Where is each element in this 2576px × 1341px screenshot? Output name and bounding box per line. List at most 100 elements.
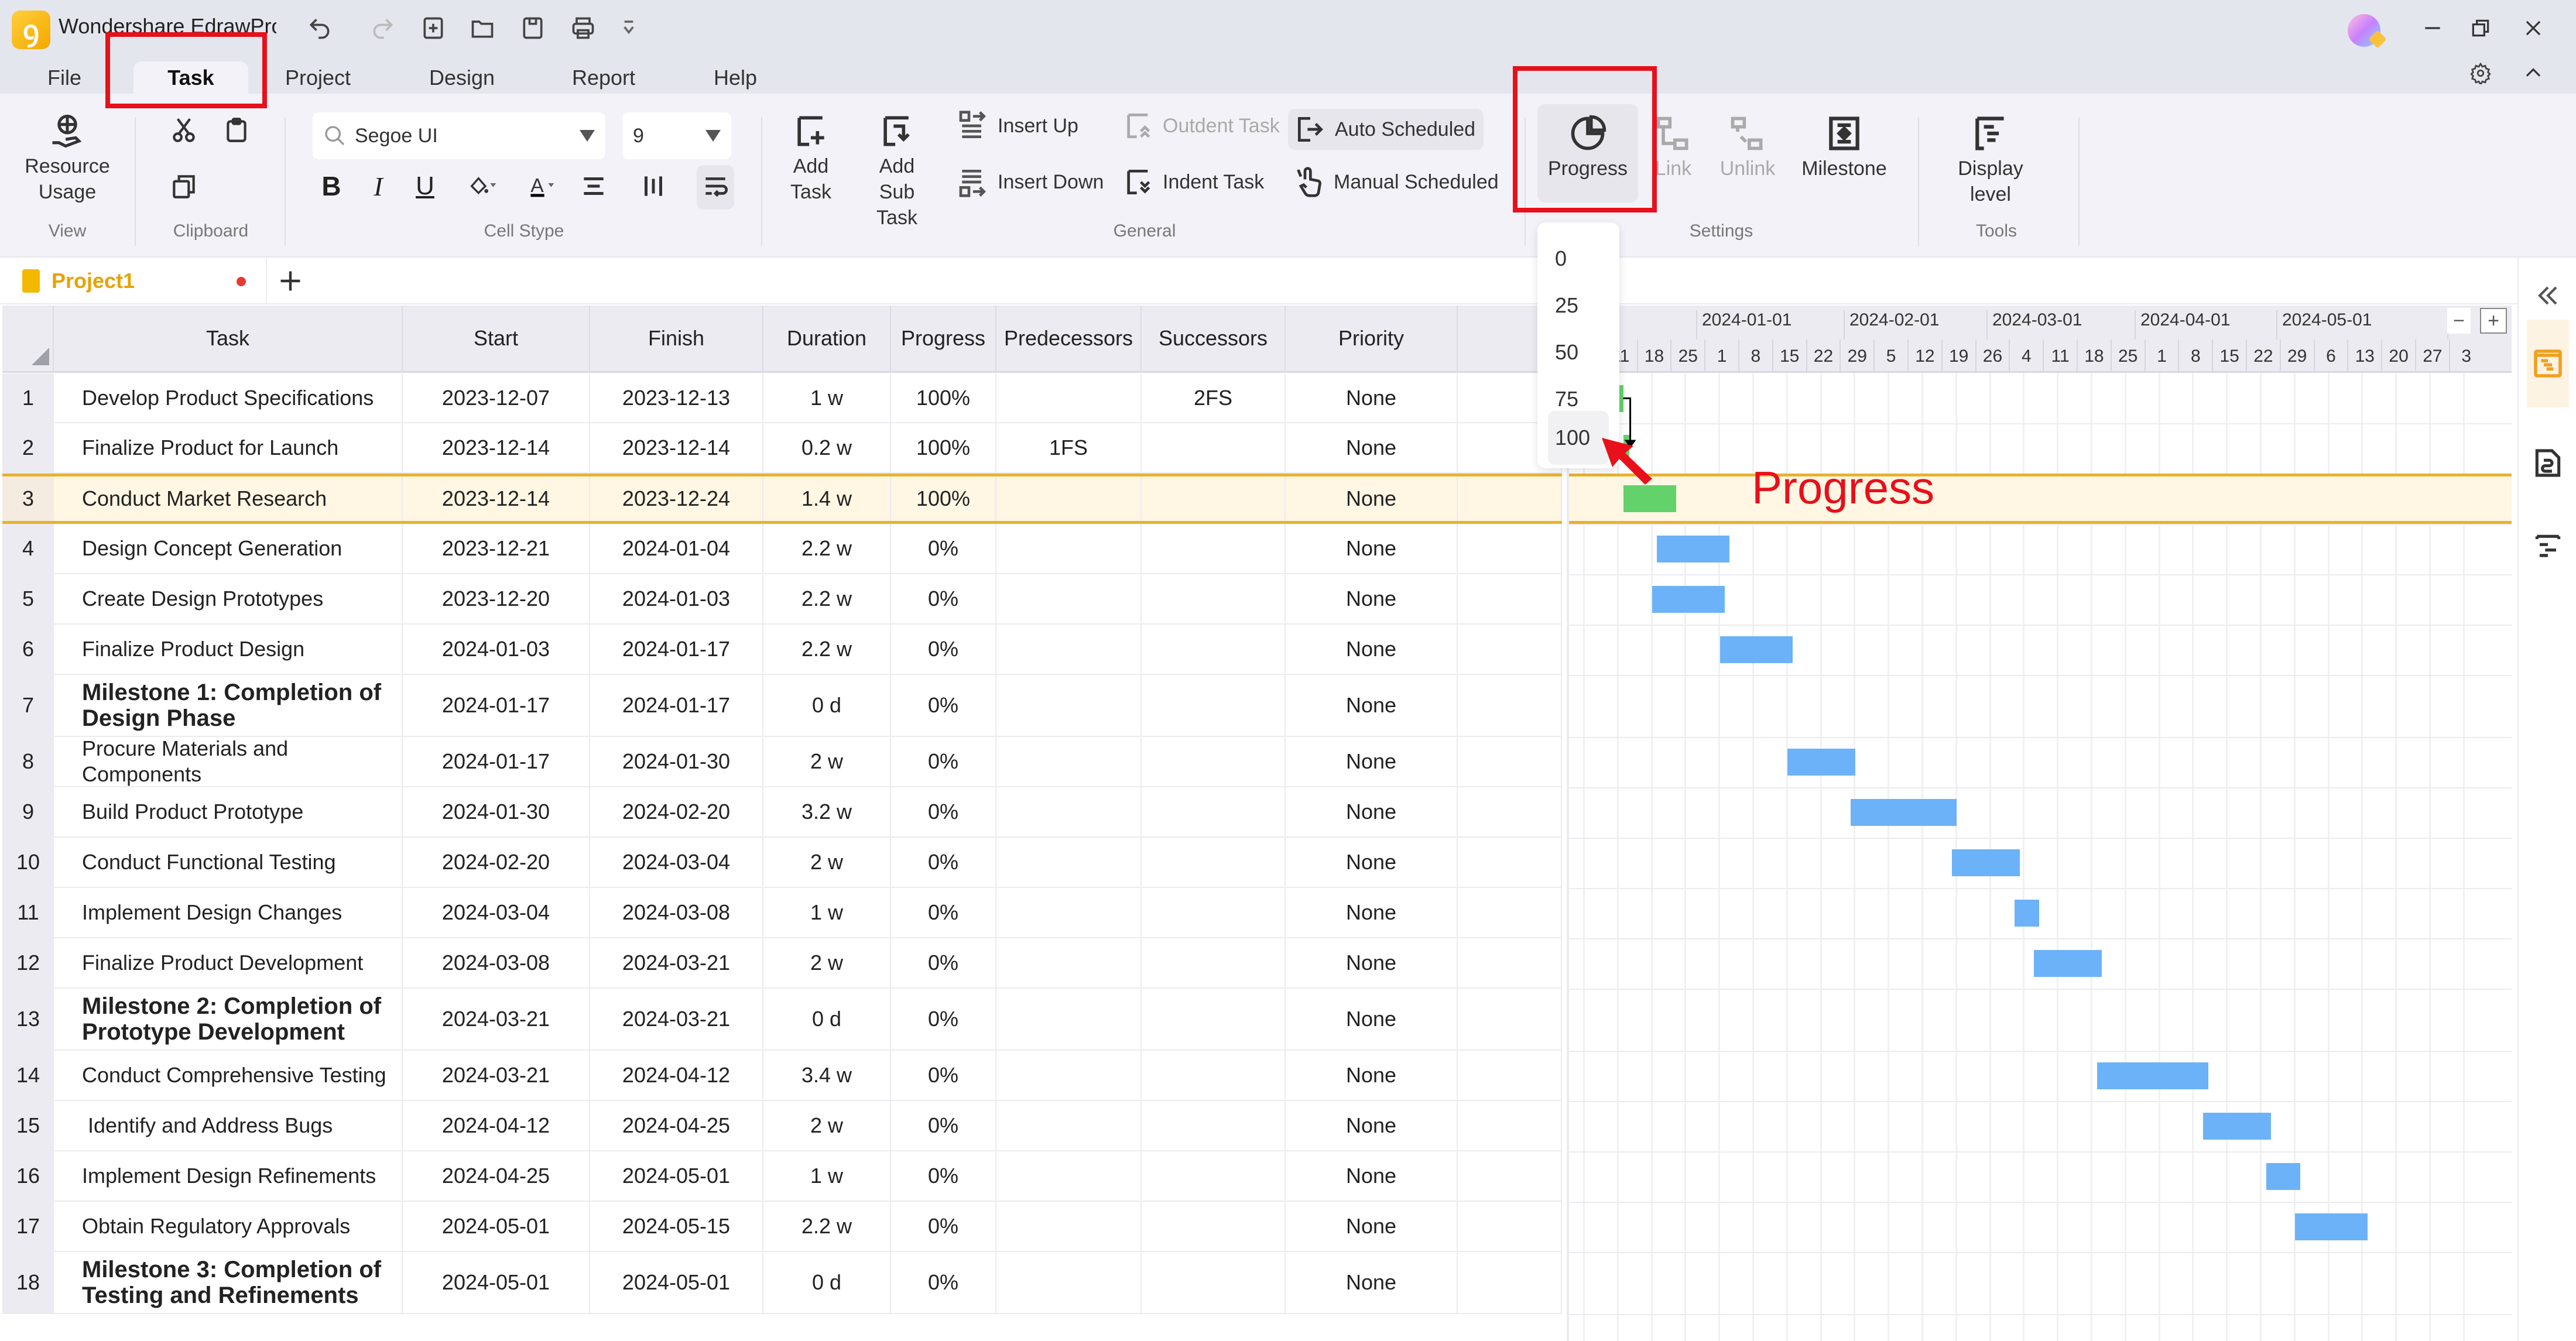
cell-predecessors[interactable]: [996, 524, 1142, 573]
select-all-corner[interactable]: [2, 306, 54, 371]
cell-successors[interactable]: [1142, 737, 1286, 786]
cell-priority[interactable]: None: [1286, 373, 1458, 422]
table-row[interactable]: 9 Build Product Prototype 2024-01-30 2024-0…: [2, 787, 1562, 838]
cell-progress[interactable]: 100%: [891, 423, 996, 472]
column-header-successors[interactable]: Successors: [1142, 306, 1286, 371]
cell-start[interactable]: 2024-03-08: [403, 938, 590, 987]
cell-progress[interactable]: 0%: [891, 938, 996, 987]
gantt-task-bar[interactable]: [1719, 636, 1793, 663]
row-number[interactable]: 1: [2, 373, 54, 422]
cell-finish[interactable]: 2024-02-20: [590, 787, 763, 836]
table-row[interactable]: 6 Finalize Product Design 2024-01-03 2024-0…: [2, 625, 1562, 675]
tab-help[interactable]: Help: [706, 61, 765, 94]
add-sub-task-button[interactable]: Add Sub Task: [856, 111, 938, 231]
table-row[interactable]: 3 Conduct Market Research 2023-12-14 2023-1…: [2, 474, 1562, 524]
cell-predecessors[interactable]: [996, 1101, 1142, 1150]
cell-duration[interactable]: 1.4 w: [763, 476, 891, 521]
cell-priority[interactable]: None: [1286, 524, 1458, 573]
cell-successors[interactable]: [1142, 675, 1286, 736]
cell-finish[interactable]: 2024-05-01: [590, 1151, 763, 1201]
gantt-task-bar[interactable]: [1652, 586, 1725, 613]
cell-task[interactable]: Conduct Comprehensive Testing: [54, 1051, 403, 1100]
cell-blank[interactable]: [1458, 574, 1562, 623]
cell-priority[interactable]: None: [1286, 1202, 1458, 1251]
row-number[interactable]: 18: [2, 1252, 54, 1313]
new-file-icon[interactable]: [417, 12, 450, 44]
cell-finish[interactable]: 2023-12-24: [590, 476, 763, 521]
cell-predecessors[interactable]: [996, 989, 1142, 1050]
user-avatar[interactable]: [2345, 12, 2387, 49]
table-row[interactable]: 5 Create Design Prototypes 2023-12-20 2024-…: [2, 574, 1562, 625]
cell-task[interactable]: Obtain Regulatory Approvals: [54, 1202, 403, 1251]
table-row[interactable]: 2 Finalize Product for Launch 2023-12-14 20…: [2, 423, 1562, 474]
font-color-button[interactable]: A: [516, 167, 570, 205]
cell-blank[interactable]: [1458, 737, 1562, 786]
cell-progress[interactable]: 0%: [891, 524, 996, 573]
cell-priority[interactable]: None: [1286, 737, 1458, 786]
cell-blank[interactable]: [1458, 625, 1562, 674]
bold-button[interactable]: B: [313, 167, 350, 205]
cell-successors[interactable]: [1142, 625, 1286, 674]
row-number[interactable]: 2: [2, 423, 54, 472]
tab-design[interactable]: Design: [424, 61, 500, 94]
cell-start[interactable]: 2023-12-20: [403, 574, 590, 623]
gantt-task-bar[interactable]: [1657, 536, 1730, 563]
row-number[interactable]: 5: [2, 574, 54, 623]
cell-finish[interactable]: 2024-04-12: [590, 1051, 763, 1100]
collapse-ribbon-icon[interactable]: [2513, 56, 2554, 91]
restore-button[interactable]: [2460, 11, 2501, 46]
cell-predecessors[interactable]: [996, 675, 1142, 736]
cell-duration[interactable]: 1 w: [763, 1151, 891, 1201]
gantt-task-bar[interactable]: [2097, 1062, 2208, 1089]
cell-finish[interactable]: 2024-01-17: [590, 675, 763, 736]
cell-progress[interactable]: 0%: [891, 1252, 996, 1313]
cell-finish[interactable]: 2024-05-01: [590, 1252, 763, 1313]
row-number[interactable]: 7: [2, 675, 54, 736]
cell-task[interactable]: Finalize Product for Launch: [54, 423, 403, 472]
gantt-task-bar[interactable]: [2266, 1163, 2300, 1190]
row-number[interactable]: 12: [2, 938, 54, 987]
cell-blank[interactable]: [1458, 1051, 1562, 1100]
cell-progress[interactable]: 0%: [891, 1101, 996, 1150]
cell-duration[interactable]: 0.2 w: [763, 423, 891, 472]
cell-successors[interactable]: [1142, 787, 1286, 836]
cell-successors[interactable]: [1142, 1101, 1286, 1150]
gantt-task-bar[interactable]: [2203, 1113, 2272, 1140]
cell-task[interactable]: Implement Design Refinements: [54, 1151, 403, 1201]
cell-start[interactable]: 2024-05-01: [403, 1252, 590, 1313]
row-number[interactable]: 9: [2, 787, 54, 836]
cell-start[interactable]: 2024-01-17: [403, 675, 590, 736]
gantt-task-bar[interactable]: [2015, 900, 2039, 927]
column-header-predecessors[interactable]: Predecessors: [996, 306, 1142, 371]
row-number[interactable]: 14: [2, 1051, 54, 1100]
cell-task[interactable]: Implement Design Changes: [54, 888, 403, 937]
column-header-priority[interactable]: Priority: [1286, 306, 1458, 371]
column-header-duration[interactable]: Duration: [763, 306, 891, 371]
table-row[interactable]: 15 Identify and Address Bugs 2024-04-12 20…: [2, 1101, 1562, 1151]
cell-progress[interactable]: 0%: [891, 1151, 996, 1201]
gantt-view-panel-button[interactable]: [2527, 320, 2569, 407]
cell-progress[interactable]: 0%: [891, 1051, 996, 1100]
cell-duration[interactable]: 3.4 w: [763, 1051, 891, 1100]
cell-predecessors[interactable]: [996, 1151, 1142, 1201]
cell-priority[interactable]: None: [1286, 675, 1458, 736]
cell-blank[interactable]: [1458, 888, 1562, 937]
row-number[interactable]: 6: [2, 625, 54, 674]
cell-priority[interactable]: None: [1286, 1101, 1458, 1150]
cell-priority[interactable]: None: [1286, 1051, 1458, 1100]
cell-successors[interactable]: [1142, 524, 1286, 573]
cell-task[interactable]: Finalize Product Design: [54, 625, 403, 674]
cell-task[interactable]: Design Concept Generation: [54, 524, 403, 573]
gantt-task-bar[interactable]: [1787, 749, 1855, 776]
settings-gear-icon[interactable]: [2460, 56, 2501, 91]
wrap-text-icon[interactable]: [697, 165, 734, 210]
insert-down-button[interactable]: Insert Down: [957, 162, 1104, 203]
cell-blank[interactable]: [1458, 838, 1562, 887]
cell-progress[interactable]: 0%: [891, 675, 996, 736]
font-size-select[interactable]: 9: [622, 112, 731, 159]
cell-progress[interactable]: 0%: [891, 625, 996, 674]
cell-successors[interactable]: [1142, 838, 1286, 887]
underline-button[interactable]: U: [406, 167, 444, 205]
table-row[interactable]: 4 Design Concept Generation 2023-12-21 2024…: [2, 524, 1562, 574]
progress-option-25[interactable]: 25: [1548, 282, 1609, 329]
